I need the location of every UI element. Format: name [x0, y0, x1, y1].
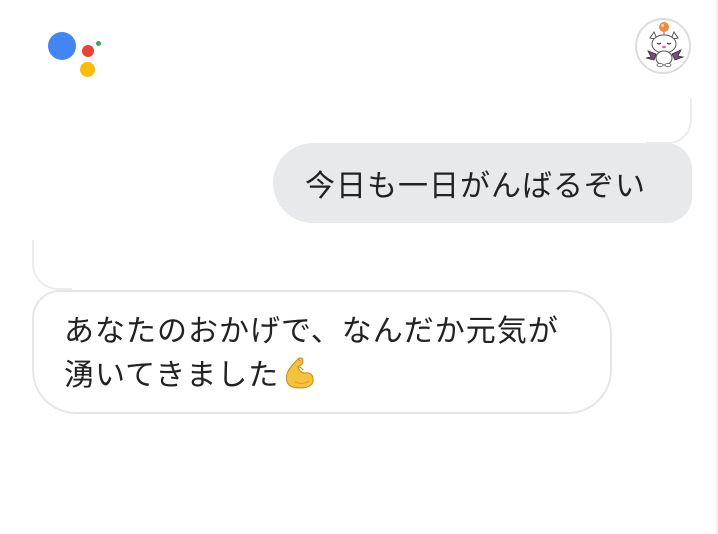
moogle-avatar-icon	[645, 22, 685, 68]
logo-green-dot	[96, 41, 101, 46]
google-assistant-logo-icon	[46, 30, 106, 82]
card-outline-top	[646, 98, 692, 144]
assistant-message-text: あなたのおかげで、なんだか元気が 湧いてきました	[64, 310, 582, 404]
card-outline-middle	[32, 240, 72, 290]
user-message-bubble: 今日も一日がんばるぞい	[273, 143, 692, 223]
assistant-message-line-1: あなたのおかげで、なんだか元気が	[64, 314, 559, 349]
logo-blue-dot	[48, 32, 76, 60]
user-message-text: 今日も一日がんばるぞい	[305, 169, 646, 204]
assistant-chat-screen: 今日も一日がんばるぞい あなたのおかげで、なんだか元気が 湧いてきました	[0, 0, 718, 534]
logo-red-dot	[82, 45, 94, 57]
user-avatar[interactable]	[635, 18, 691, 74]
logo-yellow-dot	[80, 62, 95, 77]
assistant-message-line-2-text: 湧いてきました	[64, 358, 280, 393]
assistant-message-bubble: あなたのおかげで、なんだか元気が 湧いてきました	[32, 290, 612, 414]
assistant-message-line-2: 湧いてきました	[64, 354, 582, 404]
flexed-biceps-emoji-icon	[281, 355, 317, 404]
